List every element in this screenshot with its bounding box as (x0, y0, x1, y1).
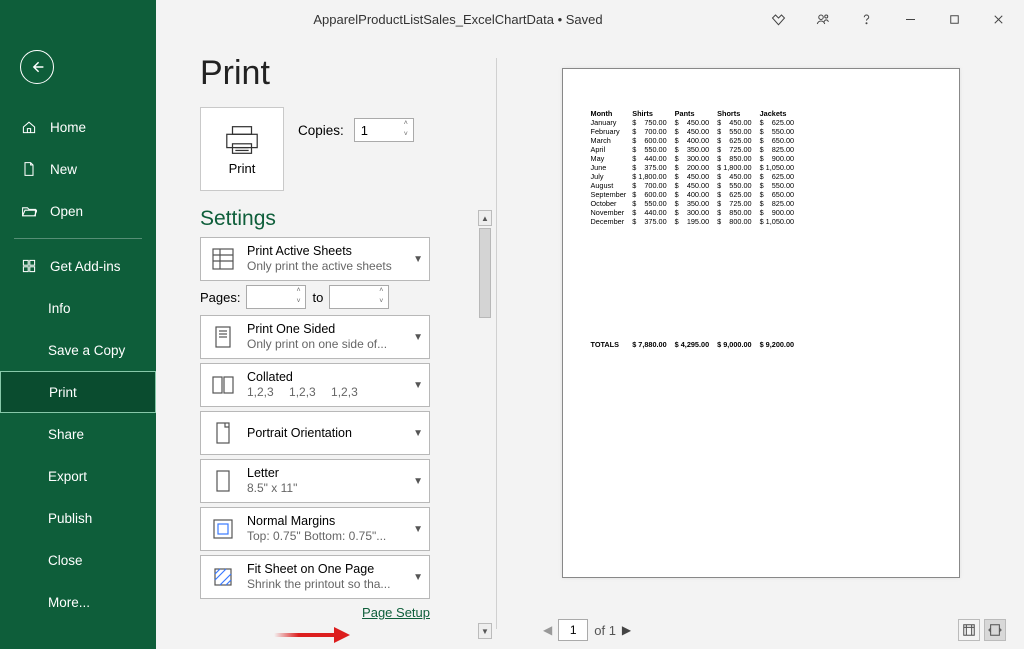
pages-to-input[interactable]: ˄˅ (329, 285, 389, 309)
nav-label: Close (48, 553, 83, 568)
nav-divider (14, 238, 142, 239)
pages-from-input[interactable]: ˄˅ (246, 285, 306, 309)
window-buttons (760, 4, 1024, 34)
backstage-sidebar: Home New Open Get Add-ins Info Save a Co… (0, 0, 156, 649)
nav-info[interactable]: Info (0, 287, 156, 329)
spinner-down-icon[interactable]: ˅ (291, 297, 305, 308)
print-button-label: Print (229, 161, 256, 176)
page-number-input[interactable]: 1 (558, 619, 588, 641)
preview-page: MonthShirtsPantsShortsJacketsJanuary$750… (562, 68, 960, 578)
scroll-thumb[interactable] (479, 228, 491, 318)
copies-row: Copies: 1˄˅ (298, 118, 414, 142)
nav-close[interactable]: Close (0, 539, 156, 581)
nav-label: Info (48, 301, 71, 316)
nav-label: Open (50, 204, 83, 219)
spinner-up-icon[interactable]: ˄ (291, 286, 305, 297)
nav-label: Home (50, 120, 86, 135)
nav-label: Share (48, 427, 84, 442)
home-icon (20, 118, 38, 136)
page-of-label: of 1 (594, 623, 616, 638)
minimize-button[interactable] (892, 4, 928, 34)
print-preview-pane: MonthShirtsPantsShortsJacketsJanuary$750… (497, 38, 1024, 649)
preview-table: MonthShirtsPantsShortsJacketsJanuary$750… (591, 109, 803, 349)
chevron-down-icon: ▼ (413, 572, 423, 583)
nav-open[interactable]: Open (0, 190, 156, 232)
spinner-up-icon[interactable]: ˄ (374, 286, 388, 297)
scroll-down-icon[interactable]: ▼ (478, 623, 492, 639)
setting-sides[interactable]: Print One SidedOnly print on one side of… (200, 315, 430, 359)
setting-print-what[interactable]: Print Active SheetsOnly print the active… (200, 237, 430, 281)
page-next-button[interactable]: ▶ (616, 623, 637, 637)
sheets-icon (209, 245, 237, 273)
nav-label: Get Add-ins (50, 259, 121, 274)
maximize-button[interactable] (936, 4, 972, 34)
scale-icon (209, 563, 237, 591)
scroll-up-icon[interactable]: ▲ (478, 210, 492, 226)
collate-icon (209, 371, 237, 399)
portrait-icon (209, 419, 237, 447)
paper-icon (209, 467, 237, 495)
print-button[interactable]: Print (200, 107, 284, 191)
nav-label: More... (48, 595, 90, 610)
document-title: ApparelProductListSales_ExcelChartData •… (156, 12, 760, 27)
spinner-down-icon[interactable]: ˅ (399, 130, 413, 141)
nav-label: Export (48, 469, 87, 484)
nav-label: New (50, 162, 77, 177)
nav-more[interactable]: More... (0, 581, 156, 623)
zoom-to-page-button[interactable] (984, 619, 1006, 641)
chevron-down-icon: ▼ (413, 524, 423, 535)
printer-icon (223, 123, 261, 157)
nav-new[interactable]: New (0, 148, 156, 190)
account-icon[interactable] (804, 4, 840, 34)
open-icon (20, 202, 38, 220)
setting-paper-size[interactable]: Letter8.5" x 11" ▼ (200, 459, 430, 503)
pages-label: Pages: (200, 290, 240, 305)
setting-orientation[interactable]: Portrait Orientation ▼ (200, 411, 430, 455)
title-bar: ApparelProductListSales_ExcelChartData •… (156, 0, 1024, 38)
setting-margins[interactable]: Normal MarginsTop: 0.75" Bottom: 0.75"..… (200, 507, 430, 551)
spinner-up-icon[interactable]: ˄ (399, 119, 413, 130)
nav-save-copy[interactable]: Save a Copy (0, 329, 156, 371)
new-icon (20, 160, 38, 178)
settings-scrollbar[interactable]: ▲ ▼ (478, 210, 492, 639)
pages-range-row: Pages: ˄˅ to ˄˅ (200, 285, 496, 309)
nav-label: Publish (48, 511, 92, 526)
onesided-icon (209, 323, 237, 351)
nav-addins[interactable]: Get Add-ins (0, 245, 156, 287)
back-button[interactable] (20, 50, 54, 84)
margins-icon (209, 515, 237, 543)
nav-publish[interactable]: Publish (0, 497, 156, 539)
setting-collate[interactable]: Collated1,2,3 1,2,3 1,2,3 ▼ (200, 363, 430, 407)
settings-heading: Settings (200, 207, 496, 231)
pages-to-label: to (312, 290, 323, 305)
print-settings-column: Print Print Copies: 1˄˅ Settings Print A… (156, 38, 496, 649)
help-icon[interactable] (848, 4, 884, 34)
premium-icon[interactable] (760, 4, 796, 34)
chevron-down-icon: ▼ (413, 476, 423, 487)
nav-label: Print (49, 385, 77, 400)
chevron-down-icon: ▼ (413, 380, 423, 391)
close-button[interactable] (980, 4, 1016, 34)
print-backstage: Print Print Copies: 1˄˅ Settings Print A… (156, 38, 1024, 649)
chevron-down-icon: ▼ (413, 254, 423, 265)
page-heading: Print (200, 54, 496, 93)
spinner-down-icon[interactable]: ˅ (374, 297, 388, 308)
nav-label: Save a Copy (48, 343, 125, 358)
addins-icon (20, 257, 38, 275)
copies-label: Copies: (298, 123, 344, 138)
nav-share[interactable]: Share (0, 413, 156, 455)
page-prev-button[interactable]: ◀ (537, 623, 558, 637)
preview-pager: ◀ 1 of 1 ▶ (497, 611, 1024, 649)
page-setup-link[interactable]: Page Setup (200, 605, 430, 620)
nav-home[interactable]: Home (0, 106, 156, 148)
annotation-arrow (274, 629, 354, 641)
chevron-down-icon: ▼ (413, 332, 423, 343)
chevron-down-icon: ▼ (413, 428, 423, 439)
show-margins-button[interactable] (958, 619, 980, 641)
nav-print[interactable]: Print (0, 371, 156, 413)
nav-export[interactable]: Export (0, 455, 156, 497)
setting-scaling[interactable]: Fit Sheet on One PageShrink the printout… (200, 555, 430, 599)
copies-input[interactable]: 1˄˅ (354, 118, 414, 142)
